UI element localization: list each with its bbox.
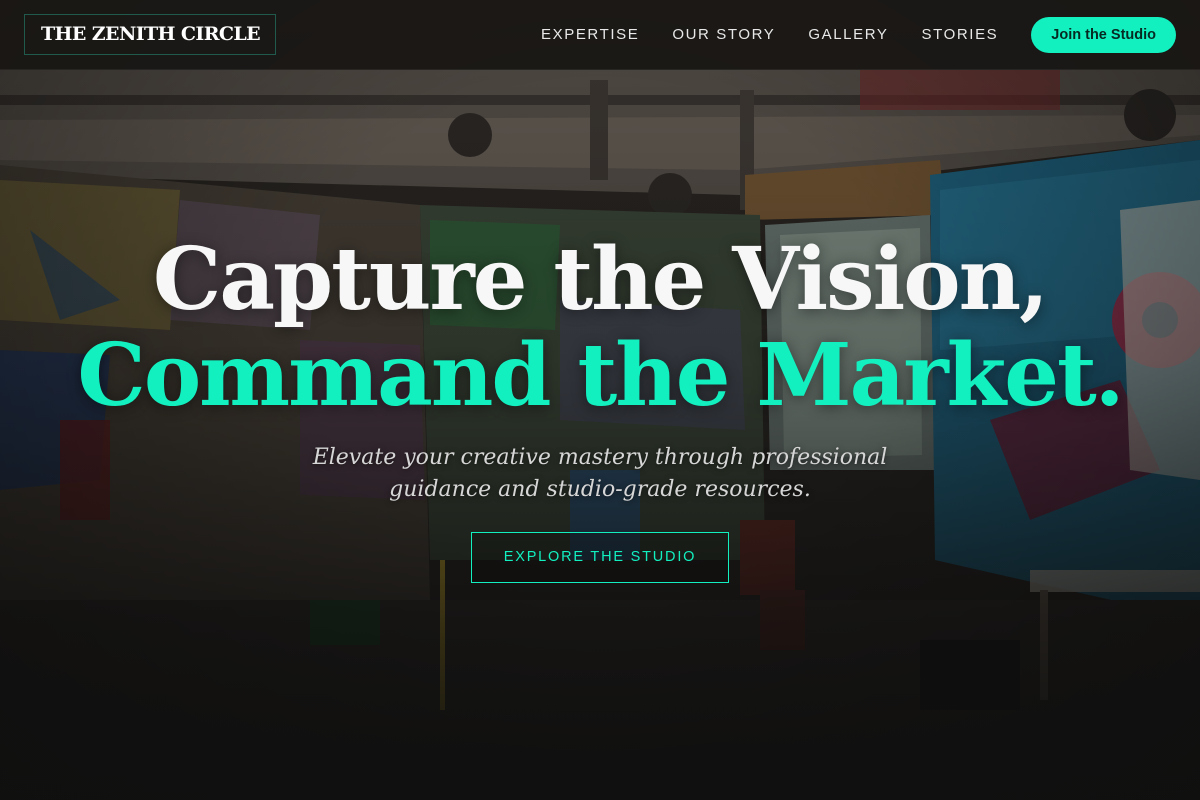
headline-line-1: Capture the Vision,	[152, 229, 1049, 330]
nav-link-our-story[interactable]: OUR STORY	[672, 26, 775, 43]
nav-link-stories[interactable]: STORIES	[922, 26, 999, 43]
hero-headline: Capture the Vision, Command the Market.	[0, 232, 1200, 424]
explore-studio-button[interactable]: EXPLORE THE STUDIO	[471, 532, 729, 583]
headline-line-2: Command the Market.	[77, 325, 1124, 426]
main-nav: EXPERTISE OUR STORY GALLERY STORIES Join…	[541, 16, 1176, 53]
nav-link-gallery[interactable]: GALLERY	[808, 26, 888, 43]
join-studio-button[interactable]: Join the Studio	[1031, 16, 1176, 53]
brand-logo[interactable]: THE ZENITH CIRCLE	[24, 14, 277, 55]
nav-link-expertise[interactable]: EXPERTISE	[541, 26, 639, 43]
hero-subheading: Elevate your creative mastery through pr…	[312, 445, 888, 502]
hero-content: Capture the Vision, Command the Market. …	[0, 232, 1200, 583]
top-navbar: THE ZENITH CIRCLE EXPERTISE OUR STORY GA…	[0, 0, 1200, 70]
